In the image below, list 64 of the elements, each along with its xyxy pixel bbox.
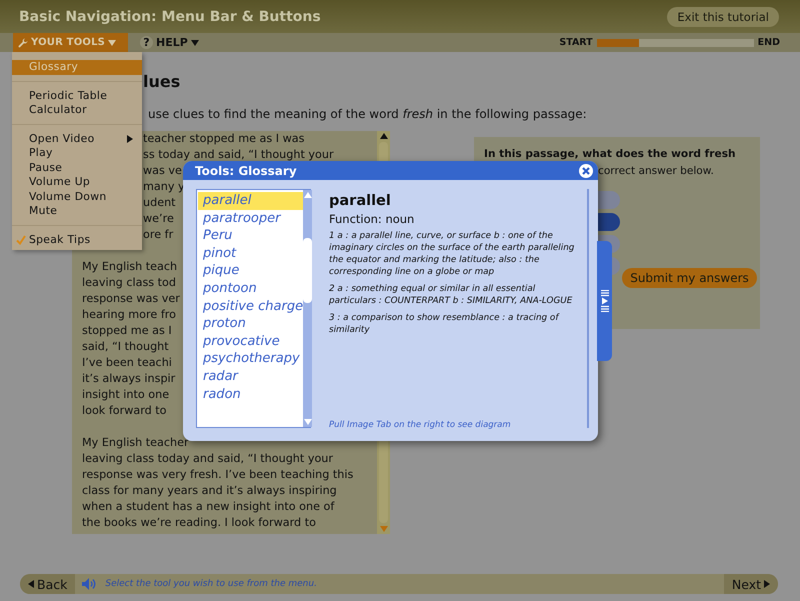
progress-start-label: START [558, 37, 594, 48]
term-item[interactable]: parallel [198, 192, 304, 210]
scrollbar[interactable] [303, 190, 312, 427]
term-item[interactable]: proton [198, 315, 304, 333]
term-item[interactable]: radon [198, 386, 304, 404]
passage-paragraph: My English teach leaving class tod response was ver hearing more fro stopped me as I said, “I thought I’ve been teachi it’s always inspir insight into one look forward to [82, 259, 180, 419]
dialog-title: Tools: Glossary [195, 164, 298, 178]
menu-item[interactable]: Periodic Table [12, 88, 142, 103]
caret-icon [190, 40, 199, 46]
passage-text-fragment: ss today and said, “I thought your [143, 147, 334, 163]
close-icon[interactable] [579, 164, 593, 178]
scroll-up-icon[interactable] [380, 133, 388, 139]
status-hint: Select the tool you wish to use from the menu. [105, 579, 317, 589]
right-triangle-icon [764, 580, 770, 588]
term-item[interactable]: pinot [198, 244, 304, 262]
caret-icon [108, 40, 116, 46]
progress-end-label: END [756, 37, 781, 48]
passage-text-fragment: we’re [143, 211, 174, 227]
menu-item[interactable]: Calculator [12, 103, 142, 118]
exit-button[interactable]: Exit this tutorial [667, 6, 779, 26]
passage-text-fragment: ore fr [143, 227, 174, 243]
term-item[interactable]: psychotherapy [198, 350, 304, 368]
menu-item[interactable]: Open Video [12, 132, 142, 146]
question-text: In this passage, what does the word fresh [484, 147, 737, 162]
menu-item[interactable]: Play [12, 146, 142, 160]
passage-text-fragment: teacher stopped me as I was [143, 131, 304, 147]
term-item[interactable]: Peru [198, 227, 304, 245]
next-button[interactable]: Next [724, 574, 778, 594]
scroll-down-icon[interactable] [380, 526, 388, 532]
menu-item[interactable]: Volume Up [12, 175, 142, 190]
passage-paragraph: My English teacher leaving class today and said, “I thought your response was very fresh. I’ve been teaching this class for many years and it’s always inspiring when a student has a new insight into one of the books we’re reading. I look forward to [82, 435, 354, 531]
page-title: Basic Navigation: Menu Bar & Buttons [19, 8, 322, 24]
term-item[interactable]: positive charge [198, 298, 304, 316]
checkmark-icon [16, 234, 26, 245]
menu-item[interactable]: Volume Down [12, 190, 142, 204]
definition-text: 3 : a comparison to show resemblance : a tracing of similarity [329, 312, 560, 336]
passage-text-fragment: udent [143, 195, 176, 211]
wrench-icon [18, 38, 28, 48]
definition-text: 1 a : a parallel line, curve, or surface b : one of the imaginary circles on the surface of the earth paralleling the equator and marking the latitude; also : the corresponding line on a globe or map [329, 230, 576, 278]
definition-text: 2 a : something equal or similar in all essential particulars : COUNTERPART b : SIMILARITY, ANA-LOGUE [329, 283, 574, 307]
menu-item[interactable]: Mute [12, 204, 142, 218]
term-item[interactable]: provocative [198, 332, 304, 350]
submenu-arrow-icon [127, 134, 133, 143]
help-menu-button[interactable]: ? HELP [140, 36, 199, 49]
term-item[interactable]: pontoon [198, 280, 304, 298]
diagram-hint: Pull Image Tab on the right to see diagram [329, 420, 512, 430]
passage-text-fragment: was ve [143, 163, 182, 179]
menu-item[interactable]: Pause [12, 160, 142, 175]
lines-and-arrow-icon [600, 290, 608, 312]
submit-button[interactable]: Submit my answers [622, 268, 757, 288]
entry-word: parallel [329, 192, 392, 210]
menu-item[interactable]: Speak Tips [12, 232, 142, 247]
term-item[interactable]: pique [198, 262, 304, 280]
image-tab[interactable] [597, 241, 612, 361]
speaker-icon[interactable] [81, 577, 98, 591]
instruction-text: use clues to find the meaning of the word fresh in the following passage: [148, 107, 588, 122]
left-triangle-icon [28, 580, 34, 588]
term-item[interactable]: radar [198, 368, 304, 386]
scroll-down-icon[interactable] [304, 419, 312, 425]
term-item[interactable]: paratrooper [198, 210, 304, 228]
back-button[interactable]: Back [20, 574, 76, 594]
entry-function: Function: noun [329, 211, 416, 228]
lesson-heading: lues [143, 72, 182, 92]
question-text: correct answer below. [598, 164, 715, 179]
